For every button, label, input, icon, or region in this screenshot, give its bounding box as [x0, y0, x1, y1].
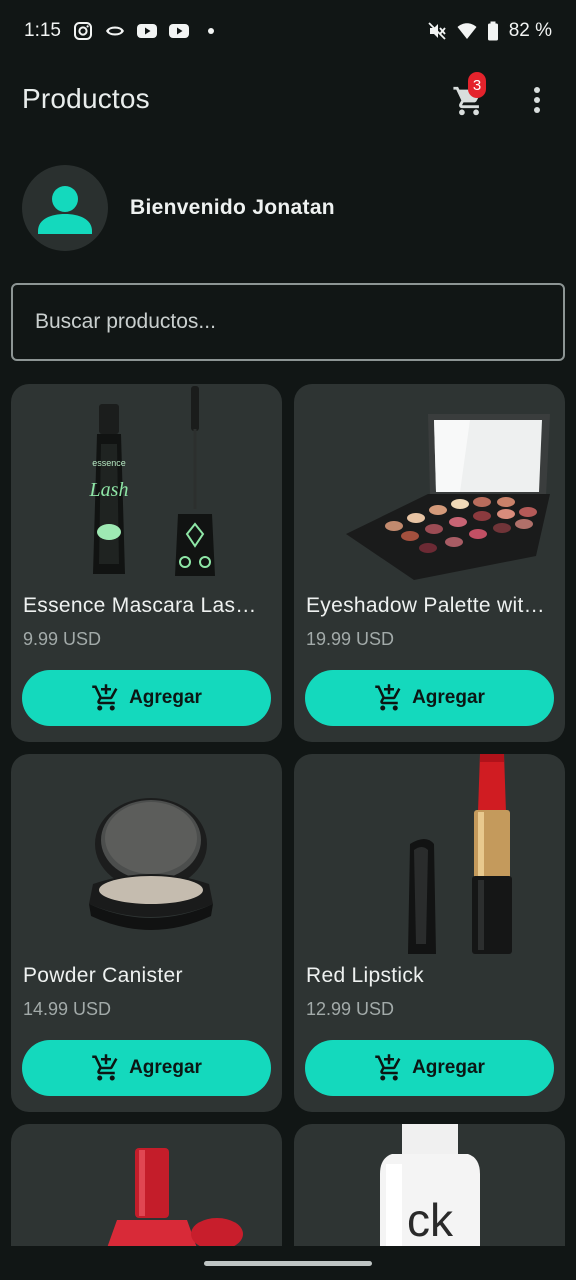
product-name: Red Lipstick [306, 964, 424, 987]
add-to-cart-button[interactable]: Agregar [305, 670, 554, 726]
product-price: 9.99 USD [23, 629, 102, 649]
page-title: Productos [22, 83, 150, 114]
add-button-label: Agregar [129, 1057, 202, 1078]
home-indicator[interactable] [204, 1260, 372, 1266]
add-shopping-cart-icon [92, 684, 118, 711]
add-to-cart-button[interactable]: Agregar [22, 1040, 271, 1096]
product-image [294, 384, 565, 584]
product-card[interactable]: Eyeshadow Palette with Mirror 19.99 USD … [294, 384, 565, 742]
dot-icon [201, 21, 221, 41]
product-price: 14.99 USD [23, 999, 112, 1019]
add-shopping-cart-icon [375, 1054, 401, 1081]
search-field[interactable] [11, 283, 565, 361]
avatar [22, 165, 108, 251]
youtube-icon [136, 21, 157, 41]
product-card[interactable]: ck [294, 1124, 565, 1248]
product-image [294, 754, 565, 954]
add-shopping-cart-icon [375, 684, 401, 711]
product-image [11, 754, 282, 954]
more-vert-icon [534, 87, 540, 113]
instagram-icon [73, 21, 93, 41]
more-options-button[interactable] [522, 82, 552, 118]
add-shopping-cart-icon [92, 1054, 118, 1081]
mute-icon [427, 21, 447, 41]
product-card[interactable] [11, 1124, 282, 1248]
product-card[interactable]: Powder Canister 14.99 USD Agregar [11, 754, 282, 1112]
cart-button[interactable]: 3 [450, 72, 490, 118]
person-icon [38, 186, 92, 234]
product-price: 12.99 USD [306, 999, 395, 1019]
product-name: Eyeshadow Palette with Mirror [306, 594, 551, 617]
product-image [11, 1124, 282, 1248]
add-button-label: Agregar [412, 1057, 485, 1078]
battery-percent: 82 % [508, 20, 552, 41]
svg-text:ck: ck [407, 1194, 454, 1246]
welcome-section: Bienvenido Jonatan [22, 165, 335, 251]
status-time: 1:15 [24, 20, 61, 41]
welcome-message: Bienvenido Jonatan [130, 196, 335, 219]
product-grid: essence Lash Essence Mascara Lash Prince… [11, 384, 565, 1248]
product-name: Powder Canister [23, 964, 183, 987]
search-input[interactable] [35, 310, 541, 334]
add-button-label: Agregar [129, 687, 202, 708]
svg-text:Lash: Lash [88, 479, 128, 501]
svg-text:essence: essence [92, 458, 126, 468]
add-to-cart-button[interactable]: Agregar [22, 670, 271, 726]
product-image: ck [294, 1124, 565, 1248]
product-name: Essence Mascara Lash Princess [23, 594, 268, 617]
product-price: 19.99 USD [306, 629, 395, 649]
battery-icon [487, 21, 499, 41]
cart-count-badge: 3 [468, 72, 486, 98]
status-bar: 1:15 82 % [0, 0, 576, 62]
add-to-cart-button[interactable]: Agregar [305, 1040, 554, 1096]
product-image: essence Lash [11, 384, 282, 584]
wifi-icon [457, 21, 477, 41]
gesture-nav-bar [0, 1246, 576, 1280]
youtube-icon [168, 21, 189, 41]
product-card[interactable]: essence Lash Essence Mascara Lash Prince… [11, 384, 282, 742]
eye-icon [105, 21, 125, 41]
add-button-label: Agregar [412, 687, 485, 708]
product-card[interactable]: Red Lipstick 12.99 USD Agregar [294, 754, 565, 1112]
app-bar: Productos 3 [0, 62, 576, 136]
